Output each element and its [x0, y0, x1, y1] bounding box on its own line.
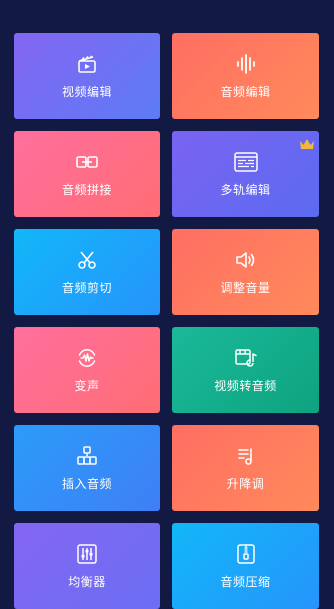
zip-icon — [234, 542, 258, 566]
clapperboard-icon — [75, 52, 99, 76]
tile-pitch-shift[interactable]: 升降调 — [172, 425, 319, 511]
speaker-icon — [234, 248, 258, 272]
tile-voice-change[interactable]: 变声 — [14, 327, 160, 413]
tile-audio-edit[interactable]: 音频编辑 — [172, 33, 319, 119]
tile-label: 视频编辑 — [61, 84, 112, 99]
pitch-icon — [234, 444, 258, 468]
tile-label: 变声 — [74, 378, 100, 393]
tile-insert-audio[interactable]: 插入音频 — [14, 425, 160, 511]
waveform-icon — [234, 52, 258, 76]
tile-label: 音频剪切 — [61, 280, 112, 295]
tile-label: 升降调 — [226, 476, 265, 491]
tile-video-edit[interactable]: 视频编辑 — [14, 33, 160, 119]
tile-label: 均衡器 — [68, 574, 106, 589]
tile-audio-compress[interactable]: 音频压缩 — [172, 523, 319, 609]
tile-label: 音频压缩 — [220, 574, 271, 589]
video-to-audio-icon — [234, 346, 258, 370]
voice-change-icon — [75, 346, 99, 370]
tile-label: 音频拼接 — [61, 182, 112, 197]
tile-label: 调整音量 — [220, 280, 271, 295]
tile-audio-cut[interactable]: 音频剪切 — [14, 229, 160, 315]
tile-multitrack-edit[interactable]: 多轨编辑 — [172, 131, 319, 217]
insert-audio-icon — [75, 444, 99, 468]
tool-grid: 视频编辑 音频编辑 音频拼接 多轨编辑 音频剪切 调整音量 变声 视频转音频 插… — [0, 0, 334, 609]
tile-video-to-audio[interactable]: 视频转音频 — [172, 327, 319, 413]
multitrack-icon — [233, 150, 258, 174]
tile-label: 音频编辑 — [220, 84, 271, 99]
tile-label: 多轨编辑 — [220, 182, 271, 197]
tile-adjust-volume[interactable]: 调整音量 — [172, 229, 319, 315]
tile-label: 插入音频 — [61, 476, 112, 491]
crown-icon — [299, 135, 315, 149]
equalizer-icon — [75, 542, 99, 566]
tile-label: 视频转音频 — [214, 378, 277, 393]
tile-audio-splice[interactable]: 音频拼接 — [14, 131, 160, 217]
splice-icon — [75, 150, 99, 174]
tile-equalizer[interactable]: 均衡器 — [14, 523, 160, 609]
scissors-icon — [75, 248, 99, 272]
